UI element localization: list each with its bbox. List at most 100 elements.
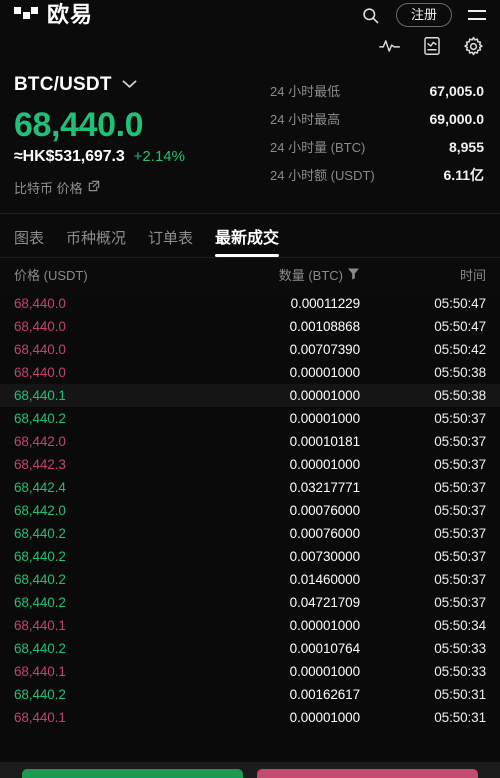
trade-amount: 0.00001000: [289, 364, 360, 380]
chevron-down-icon: [122, 76, 137, 94]
table-row[interactable]: 68,440.1 0.00001000 05:50:33: [0, 660, 500, 683]
trade-price: 68,440.1: [14, 663, 66, 679]
trade-price: 68,442.3: [14, 456, 66, 472]
hamburger-menu-icon[interactable]: [468, 9, 486, 21]
section-tabs: 图表 币种概况 订单表 最新成交: [0, 213, 500, 258]
trade-time: 05:50:37: [434, 456, 486, 472]
last-price: 68,440.0: [14, 106, 144, 144]
brand-logo[interactable]: 欧易: [14, 4, 93, 26]
ticker-panel: BTC/USDT 68,440.0 ≈HK$531,697.3 +2.14% 比…: [0, 64, 500, 214]
table-row[interactable]: 68,440.0 0.00707390 05:50:42: [0, 338, 500, 361]
trade-price: 68,440.0: [14, 364, 66, 380]
table-row[interactable]: 68,440.2 0.00162617 05:50:31: [0, 683, 500, 706]
stat-label: 24 小时额 (USDT): [270, 168, 375, 183]
header-actions: 注册: [361, 2, 486, 28]
stat-row: 24 小时最高 69,000.0: [270, 105, 486, 133]
table-row[interactable]: 68,440.2 0.00730000 05:50:37: [0, 545, 500, 568]
trade-action-bar: [0, 762, 500, 778]
buy-button[interactable]: [22, 769, 243, 778]
stat-row: 24 小时量 (BTC) 8,955: [270, 133, 486, 161]
table-row[interactable]: 68,440.2 0.00076000 05:50:37: [0, 522, 500, 545]
trade-amount: 0.00730000: [289, 548, 360, 564]
trade-amount: 0.00001000: [289, 456, 360, 472]
trade-time: 05:50:37: [434, 594, 486, 610]
trade-time: 05:50:34: [434, 617, 486, 633]
table-row[interactable]: 68,440.2 0.00001000 05:50:37: [0, 407, 500, 430]
table-row[interactable]: 68,442.4 0.03217771 05:50:37: [0, 476, 500, 499]
trade-price: 68,440.0: [14, 341, 66, 357]
app-screen: 欧易 注册 BTC/USDT 68,440.0 ≈HK$531,697.3 +2…: [0, 0, 500, 778]
pulse-chart-icon[interactable]: [379, 37, 401, 55]
trade-time: 05:50:37: [434, 548, 486, 564]
table-row[interactable]: 68,442.0 0.00076000 05:50:37: [0, 499, 500, 522]
trade-price: 68,440.2: [14, 525, 66, 541]
stat-label: 24 小时最低: [270, 84, 341, 99]
trade-price: 68,440.1: [14, 709, 66, 725]
trade-time: 05:50:37: [434, 571, 486, 587]
trade-time: 05:50:33: [434, 663, 486, 679]
trade-amount: 0.00162617: [289, 686, 360, 702]
trades-table-body[interactable]: 68,440.0 0.00011229 05:50:47 68,440.0 0.0010…: [0, 291, 500, 729]
trade-price: 68,442.0: [14, 502, 66, 518]
table-row[interactable]: 68,440.1 0.00001000 05:50:38: [0, 383, 500, 407]
trade-price: 68,440.2: [14, 410, 66, 426]
trade-time: 05:50:37: [434, 479, 486, 495]
trade-amount: 0.00108868: [289, 318, 360, 334]
trade-amount: 0.01460000: [289, 571, 360, 587]
column-header-price: 价格 (USDT): [14, 268, 88, 284]
trade-time: 05:50:47: [434, 318, 486, 334]
table-row[interactable]: 68,440.2 0.04721709 05:50:37: [0, 591, 500, 614]
trade-amount: 0.00010764: [289, 640, 360, 656]
register-button[interactable]: 注册: [395, 2, 452, 28]
table-row[interactable]: 68,440.0 0.00108868 05:50:47: [0, 315, 500, 338]
external-link-icon: [88, 180, 100, 195]
table-row[interactable]: 68,440.0 0.00011229 05:50:47: [0, 292, 500, 315]
trade-time: 05:50:47: [434, 295, 486, 311]
trade-amount: 0.00001000: [289, 387, 360, 403]
fiat-price: ≈HK$531,697.3: [14, 147, 125, 165]
column-header-amount[interactable]: 数量 (BTC): [199, 265, 394, 284]
trade-time: 05:50:31: [434, 686, 486, 702]
trade-time: 05:50:37: [434, 502, 486, 518]
table-row[interactable]: 68,442.3 0.00001000 05:50:37: [0, 453, 500, 476]
trade-amount: 0.00001000: [289, 663, 360, 679]
sell-button[interactable]: [257, 769, 478, 778]
stat-row: 24 小时额 (USDT) 6.11亿: [270, 161, 486, 189]
trade-price: 68,440.2: [14, 686, 66, 702]
column-header-time: 时间: [459, 268, 486, 284]
okx-logo-icon: [14, 7, 38, 23]
search-icon[interactable]: [361, 6, 380, 25]
tab-orderbook[interactable]: 订单表: [148, 227, 193, 257]
tab-chart[interactable]: 图表: [14, 227, 44, 257]
report-document-icon[interactable]: [423, 36, 441, 56]
table-row[interactable]: 68,440.1 0.00001000 05:50:31: [0, 706, 500, 729]
trade-amount: 0.03217771: [289, 479, 360, 495]
trade-amount: 0.04721709: [289, 594, 360, 610]
tab-recent-trades[interactable]: 最新成交: [215, 224, 280, 257]
trade-amount: 0.00011229: [290, 295, 360, 311]
stat-label: 24 小时量 (BTC): [270, 140, 366, 155]
trade-time: 05:50:38: [434, 364, 486, 380]
gear-icon[interactable]: [463, 36, 484, 57]
table-row[interactable]: 68,440.2 0.00010764 05:50:33: [0, 637, 500, 660]
trade-price: 68,442.4: [14, 479, 66, 495]
stat-value: 8,955: [448, 139, 484, 155]
tab-overview[interactable]: 币种概况: [66, 227, 126, 257]
filter-funnel-icon[interactable]: [347, 267, 360, 283]
stat-value: 67,005.0: [429, 83, 485, 99]
trade-amount: 0.00076000: [289, 502, 360, 518]
table-row[interactable]: 68,440.2 0.01460000 05:50:37: [0, 568, 500, 591]
coin-price-link[interactable]: 比特币 价格: [14, 178, 262, 197]
trade-time: 05:50:31: [434, 709, 486, 725]
column-header-amount-label: 数量 (BTC): [278, 268, 343, 284]
pair-name: BTC/USDT: [14, 74, 112, 95]
trade-time: 05:50:37: [434, 433, 486, 449]
table-row[interactable]: 68,440.0 0.00001000 05:50:38: [0, 361, 500, 384]
table-row[interactable]: 68,442.0 0.00010181 05:50:37: [0, 430, 500, 453]
pair-selector[interactable]: BTC/USDT: [14, 74, 262, 96]
stat-value: 69,000.0: [429, 111, 485, 127]
ticker-stats: 24 小时最低 67,005.0 24 小时最高 69,000.0 24 小时量…: [270, 74, 486, 197]
header-tool-row: [0, 30, 500, 64]
trade-price: 68,440.1: [14, 387, 66, 403]
table-row[interactable]: 68,440.1 0.00001000 05:50:34: [0, 614, 500, 637]
